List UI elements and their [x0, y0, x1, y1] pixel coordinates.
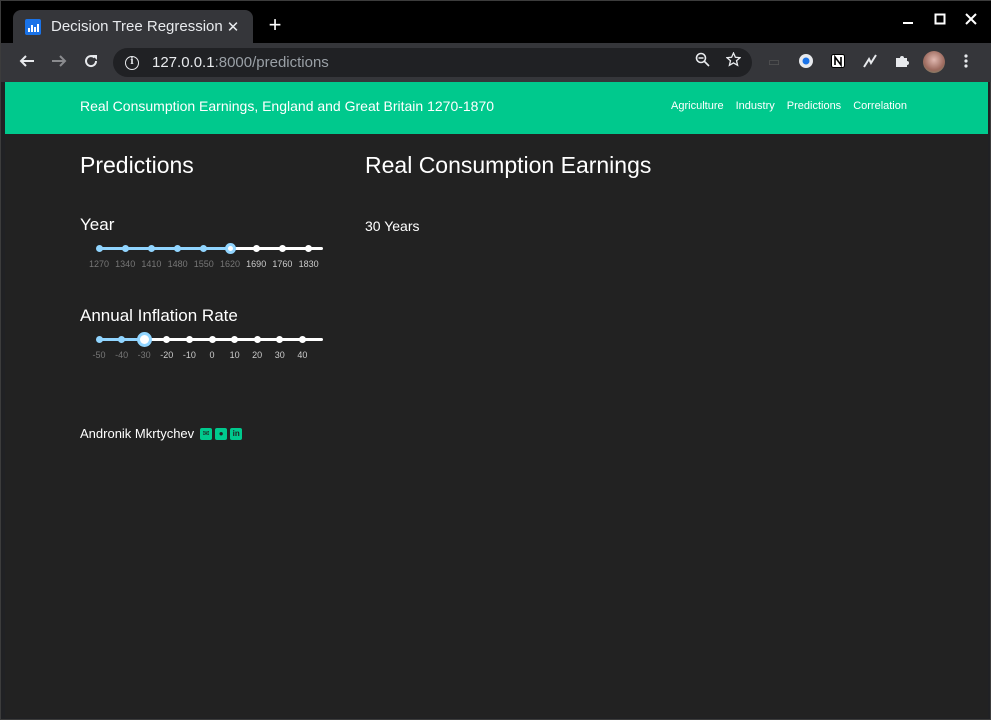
bar-chart-icon — [25, 18, 41, 35]
year-slider-dot[interactable] — [95, 245, 103, 252]
reload-icon[interactable] — [79, 51, 103, 75]
inflation-slider-dot[interactable] — [231, 336, 239, 343]
inflation-slider-dot[interactable] — [185, 336, 193, 343]
nav-links: Agriculture Industry Predictions Correla… — [671, 100, 907, 112]
year-slider-label: Year — [80, 215, 115, 234]
year-slider-mark-label[interactable]: 1410 — [141, 259, 161, 269]
nav-link-industry[interactable]: Industry — [736, 100, 775, 112]
nav-link-predictions[interactable]: Predictions — [787, 100, 841, 112]
puzzle-icon[interactable] — [893, 53, 911, 71]
browser-window: Decision Tree Regression ✕ + i 127.0.0.1… — [0, 0, 991, 720]
year-slider-mark-label[interactable]: 1690 — [246, 259, 266, 269]
window-close-icon[interactable] — [961, 11, 981, 31]
year-slider-dot[interactable] — [252, 245, 260, 252]
year-slider-mark-label[interactable]: 1340 — [115, 259, 135, 269]
url-path: :8000/predictions — [214, 54, 329, 71]
inflation-slider-mark-label[interactable]: -10 — [183, 350, 196, 360]
extension-lightning-icon[interactable] — [861, 53, 879, 71]
tab-strip: Decision Tree Regression ✕ + — [1, 1, 991, 43]
inflation-slider-mark-label[interactable]: -20 — [160, 350, 173, 360]
inflation-slider-dot[interactable] — [163, 336, 171, 343]
back-arrow-icon[interactable] — [15, 51, 39, 75]
inflation-slider-mark-label[interactable]: 0 — [209, 350, 214, 360]
star-icon[interactable] — [723, 51, 743, 72]
extension-shield-icon[interactable] — [797, 53, 815, 71]
inflation-slider-dot[interactable] — [253, 336, 261, 343]
page-title: Real Consumption Earnings — [365, 152, 652, 178]
year-slider-mark-label[interactable]: 1620 — [220, 259, 240, 269]
result-subtitle: 30 Years — [365, 218, 420, 234]
year-slider-mark-label[interactable]: 1760 — [272, 259, 292, 269]
url-text[interactable]: 127.0.0.1:8000/predictions — [152, 54, 329, 71]
inflation-slider-dot[interactable] — [208, 336, 216, 343]
year-slider-dot[interactable] — [305, 245, 313, 252]
minimize-icon[interactable] — [898, 11, 918, 31]
close-icon[interactable]: ✕ — [225, 18, 241, 36]
tab-title: Decision Tree Regression — [51, 18, 223, 35]
notion-icon[interactable] — [829, 53, 847, 71]
year-slider-dot[interactable] — [278, 245, 286, 252]
navbar: Real Consumption Earnings, England and G… — [5, 82, 988, 134]
inflation-slider-dot[interactable] — [95, 336, 103, 343]
year-slider-dot[interactable] — [121, 245, 129, 252]
inflation-slider-label: Annual Inflation Rate — [80, 306, 238, 325]
kebab-menu-icon[interactable] — [957, 53, 975, 71]
inflation-slider-dot[interactable] — [298, 336, 306, 343]
forward-arrow-icon[interactable] — [47, 51, 71, 75]
year-slider-mark-label[interactable]: 1830 — [299, 259, 319, 269]
year-slider-mark-label[interactable]: 1550 — [194, 259, 214, 269]
extension-disabled-icon[interactable]: ▭ — [765, 53, 783, 71]
inflation-slider-dot[interactable] — [118, 336, 126, 343]
year-slider-handle[interactable] — [224, 243, 236, 254]
year-slider[interactable]: 1270 1340 1410 1480 1550 1620 1690 1760 1830 — [80, 242, 325, 272]
inflation-slider-mark-label[interactable]: -40 — [115, 350, 128, 360]
linkedin-icon[interactable]: in — [230, 427, 243, 440]
nav-link-agriculture[interactable]: Agriculture — [671, 100, 724, 112]
inflation-slider-mark-label[interactable]: 30 — [275, 350, 285, 360]
maximize-icon[interactable] — [930, 11, 950, 31]
inflation-slider-mark-label[interactable]: -50 — [92, 350, 105, 360]
inflation-slider-handle[interactable] — [136, 332, 152, 347]
navbar-brand[interactable]: Real Consumption Earnings, England and G… — [80, 98, 494, 114]
tab-decision-tree[interactable]: Decision Tree Regression ✕ — [13, 10, 253, 43]
author-name: Andronik Mkrtychev — [80, 426, 195, 441]
nav-link-correlation[interactable]: Correlation — [853, 100, 907, 112]
year-slider-dot[interactable] — [147, 245, 155, 252]
zoom-out-icon[interactable] — [692, 52, 712, 72]
year-slider-dot[interactable] — [174, 245, 182, 252]
footer: Andronik Mkrtychev ✉ ● in — [80, 426, 243, 441]
page-content: Real Consumption Earnings, England and G… — [5, 82, 988, 718]
inflation-slider[interactable]: -50 -40 -30 -20 -10 0 10 20 30 40 — [80, 332, 325, 363]
github-icon[interactable]: ● — [215, 427, 228, 440]
inflation-slider-mark-label[interactable]: 10 — [230, 350, 240, 360]
avatar[interactable] — [923, 51, 945, 73]
inflation-slider-dot[interactable] — [276, 336, 284, 343]
email-icon[interactable]: ✉ — [200, 427, 213, 440]
year-slider-dot[interactable] — [200, 245, 208, 252]
year-slider-mark-label[interactable]: 1270 — [89, 259, 109, 269]
inflation-slider-mark-label[interactable]: 40 — [297, 350, 307, 360]
year-slider-track — [99, 247, 230, 250]
inflation-slider-mark-label[interactable]: 20 — [252, 350, 262, 360]
address-bar[interactable]: i 127.0.0.1:8000/predictions — [113, 48, 752, 77]
new-tab-button[interactable]: + — [263, 13, 287, 37]
sidebar-title: Predictions — [80, 152, 194, 178]
browser-toolbar: i 127.0.0.1:8000/predictions ▭ — [1, 43, 991, 82]
url-host: 127.0.0.1 — [152, 54, 215, 71]
inflation-slider-mark-label[interactable]: -30 — [138, 350, 151, 360]
year-slider-mark-label[interactable]: 1480 — [168, 259, 188, 269]
info-icon[interactable]: i — [125, 55, 139, 70]
